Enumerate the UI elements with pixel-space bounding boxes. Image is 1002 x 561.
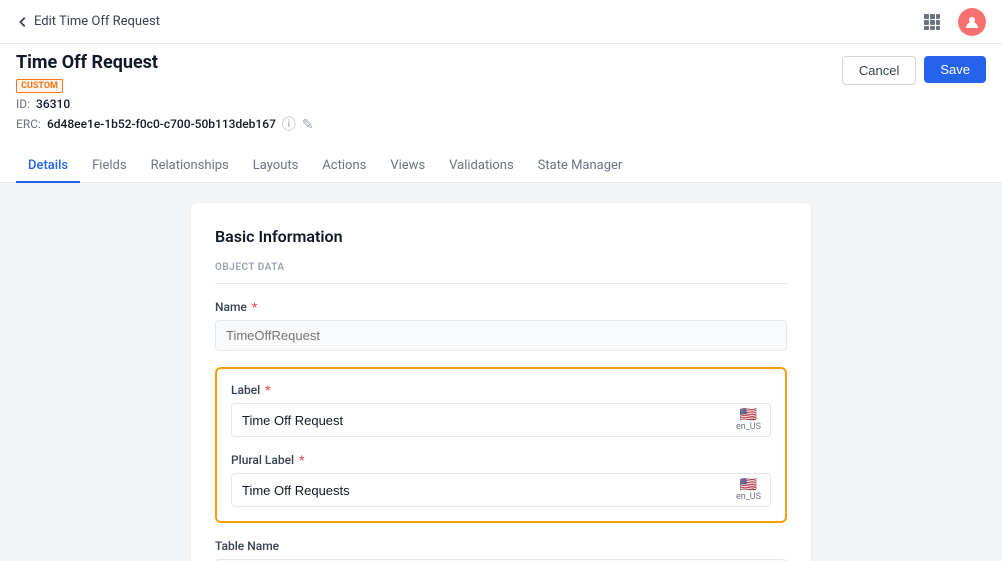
label-flag-button[interactable]: 🇺🇸 en_US xyxy=(727,403,771,437)
header-actions: Cancel Save xyxy=(842,52,986,85)
tab-relationships[interactable]: Relationships xyxy=(139,150,241,183)
tab-views[interactable]: Views xyxy=(378,150,437,183)
table-name-label: Table Name xyxy=(215,539,787,553)
edit-icon[interactable]: ✎ xyxy=(302,114,314,136)
user-avatar[interactable] xyxy=(958,8,986,36)
erc-value: 6d48ee1e-1b52-f0c0-c700-50b113deb167 xyxy=(47,115,276,134)
plural-label-flag-locale: en_US xyxy=(736,493,761,502)
back-label: Edit Time Off Request xyxy=(34,14,160,29)
plural-label-flag-emoji: 🇺🇸 xyxy=(740,478,757,492)
name-field-group: Name * xyxy=(215,300,787,351)
label-label: Label * xyxy=(231,383,771,397)
top-bar-right xyxy=(918,8,986,36)
header-section: Time Off Request CUSTOM ID: 36310 ERC: 6… xyxy=(0,44,1002,183)
tab-details[interactable]: Details xyxy=(16,150,80,183)
info-icon[interactable]: ⓘ xyxy=(282,114,296,136)
cancel-button[interactable]: Cancel xyxy=(842,56,916,85)
tab-fields[interactable]: Fields xyxy=(80,150,138,183)
user-avatar-circle xyxy=(958,8,986,36)
tab-state-manager[interactable]: State Manager xyxy=(526,150,635,183)
label-required: * xyxy=(265,383,270,397)
section-label: OBJECT DATA xyxy=(215,262,787,273)
label-flag-emoji: 🇺🇸 xyxy=(740,408,757,422)
tabs: Details Fields Relationships Layouts Act… xyxy=(16,150,986,182)
plural-label-input[interactable] xyxy=(231,473,727,507)
erc-label: ERC: xyxy=(16,115,41,134)
header-top: Time Off Request CUSTOM ID: 36310 ERC: 6… xyxy=(16,52,986,144)
id-label: ID: xyxy=(16,95,30,114)
form-card: Basic Information OBJECT DATA Name * Lab… xyxy=(191,203,811,561)
tab-layouts[interactable]: Layouts xyxy=(241,150,311,183)
label-field-group: Label * 🇺🇸 en_US xyxy=(231,383,771,437)
plural-label-flag-button[interactable]: 🇺🇸 en_US xyxy=(727,473,771,507)
name-label: Name * xyxy=(215,300,787,314)
label-flag-locale: en_US xyxy=(736,423,761,432)
plural-label-required: * xyxy=(299,453,304,467)
plural-label-input-with-flag: 🇺🇸 en_US xyxy=(231,473,771,507)
tab-validations[interactable]: Validations xyxy=(437,150,526,183)
section-title: Basic Information xyxy=(215,227,787,246)
tab-actions[interactable]: Actions xyxy=(310,150,378,183)
name-input[interactable] xyxy=(215,320,787,351)
save-button[interactable]: Save xyxy=(924,56,986,83)
table-name-field-group: Table Name xyxy=(215,539,787,561)
label-input-with-flag: 🇺🇸 en_US xyxy=(231,403,771,437)
plural-label-field-group: Plural Label * 🇺🇸 en_US xyxy=(231,453,771,507)
id-value: 36310 xyxy=(36,95,70,114)
name-required: * xyxy=(252,300,257,314)
object-title: Time Off Request xyxy=(16,52,158,74)
custom-badge: CUSTOM xyxy=(16,79,63,93)
label-input[interactable] xyxy=(231,403,727,437)
top-bar: Edit Time Off Request xyxy=(0,0,1002,44)
highlighted-section: Label * 🇺🇸 en_US Plural Label * xyxy=(215,367,787,523)
divider xyxy=(215,283,787,284)
back-button[interactable]: Edit Time Off Request xyxy=(16,14,160,29)
title-meta-left: Time Off Request CUSTOM ID: 36310 ERC: 6… xyxy=(16,52,314,136)
grid-icon[interactable] xyxy=(918,8,946,36)
meta-info: ID: 36310 ERC: 6d48ee1e-1b52-f0c0-c700-5… xyxy=(16,95,314,137)
plural-label-label: Plural Label * xyxy=(231,453,771,467)
main-content: Basic Information OBJECT DATA Name * Lab… xyxy=(0,183,1002,561)
top-bar-left: Edit Time Off Request xyxy=(16,14,160,29)
